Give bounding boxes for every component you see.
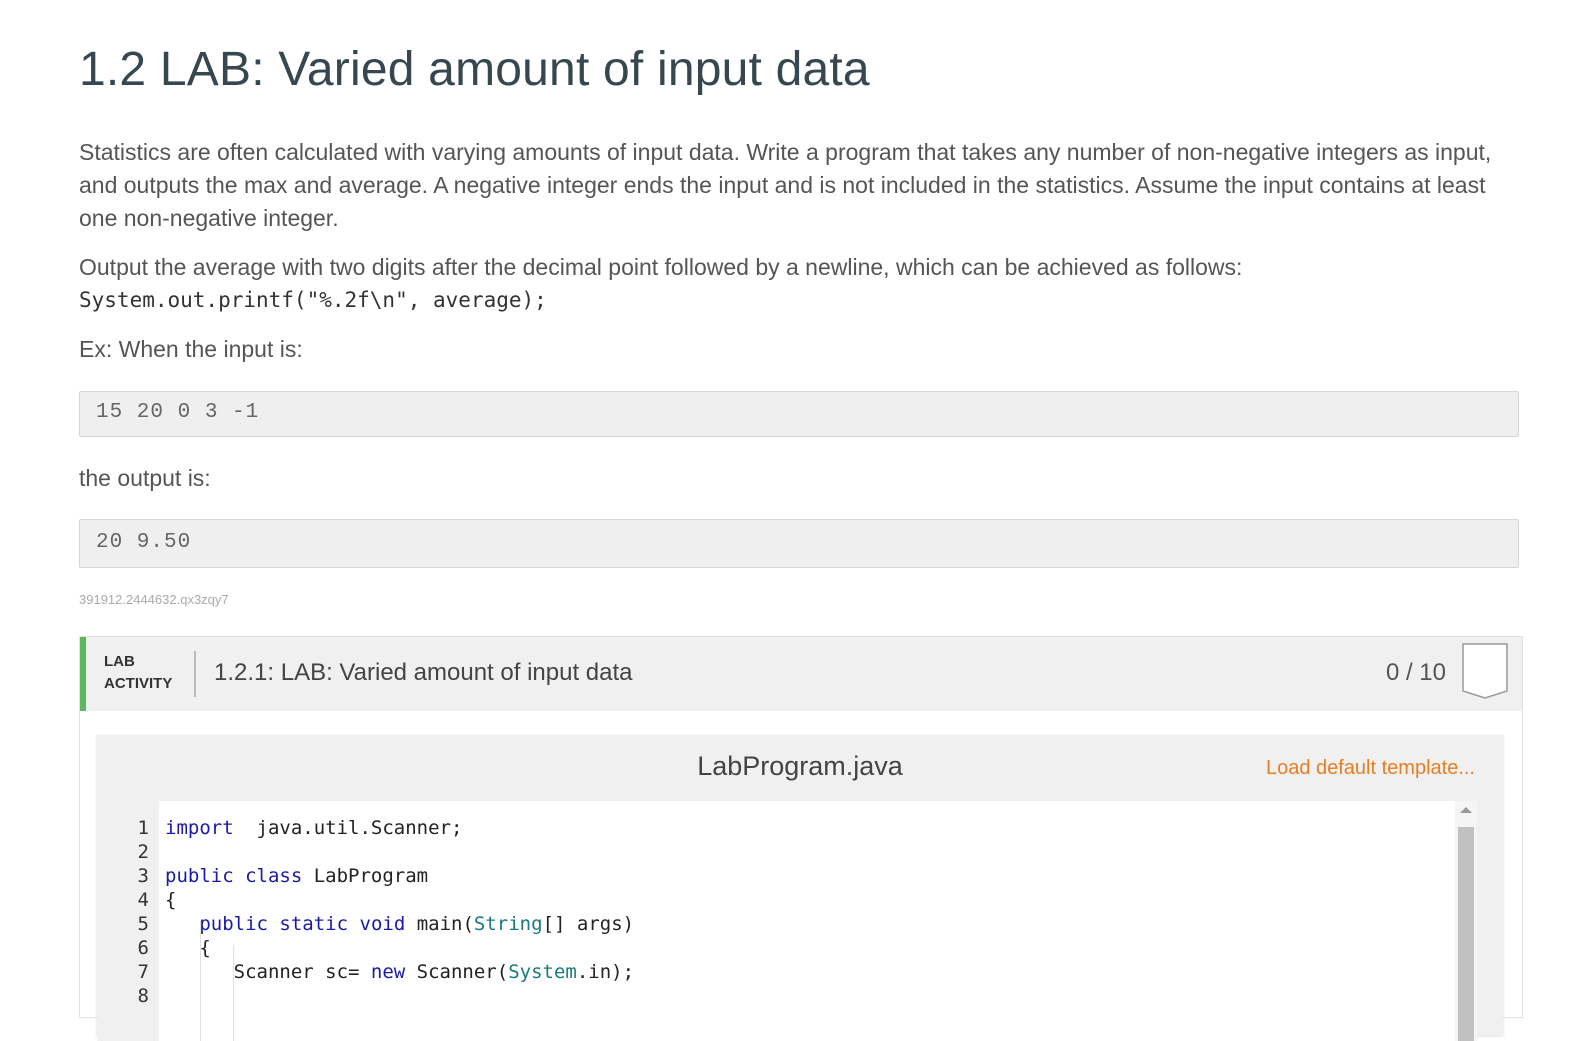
line-number: 7 <box>137 961 149 983</box>
reference-id: 391912.2444632.qx3zqy7 <box>79 592 229 607</box>
code-text: import java.util.Scanner; <box>165 817 463 839</box>
lab-tag-line1: LAB <box>104 653 135 670</box>
printf-code: System.out.printf("%.2f\n", average); <box>79 288 547 312</box>
code-line[interactable]: 5 public static void main(String[] args) <box>97 912 1477 936</box>
code-text: Scanner sc= new Scanner(System.in); <box>165 961 635 983</box>
line-number: 4 <box>137 889 149 911</box>
description-paragraph: Statistics are often calculated with var… <box>79 139 1492 231</box>
output-instructions: Output the average with two digits after… <box>79 254 1243 280</box>
header-divider <box>194 651 196 697</box>
code-text: public static void main(String[] args) <box>199 913 635 935</box>
code-line[interactable]: 6 { <box>97 936 1477 960</box>
code-line[interactable]: 7 Scanner sc= new Scanner(System.in); <box>97 960 1477 984</box>
output-intro: the output is: <box>79 465 211 491</box>
line-number: 3 <box>137 865 149 887</box>
code-line[interactable]: 8 <box>97 984 1477 1008</box>
lab-activity-tag: LAB ACTIVITY <box>104 651 172 695</box>
code-line[interactable]: 2 <box>97 840 1477 864</box>
example-output: 20 9.50 <box>96 531 192 554</box>
example-intro: Ex: When the input is: <box>79 336 303 362</box>
scroll-up-arrow-icon[interactable] <box>1460 807 1472 813</box>
completion-badge-icon <box>1462 643 1508 699</box>
code-editor[interactable]: 1 import java.util.Scanner; 2 3 public class… <box>97 801 1477 1041</box>
lab-activity-header: LAB ACTIVITY 1.2.1: LAB: Varied amount o… <box>80 637 1522 711</box>
code-text: { <box>165 937 211 959</box>
code-line[interactable]: 1 import java.util.Scanner; <box>97 816 1477 840</box>
line-number: 5 <box>137 913 149 935</box>
lab-activity-title: 1.2.1: LAB: Varied amount of input data <box>214 659 633 686</box>
example-input: 15 20 0 3 -1 <box>96 401 260 424</box>
example-input-box: 15 20 0 3 -1 <box>79 391 1519 437</box>
line-number: 1 <box>137 817 149 839</box>
line-number: 6 <box>137 937 149 959</box>
page-title: 1.2 LAB: Varied amount of input data <box>79 43 870 96</box>
code-text: { <box>165 889 177 911</box>
lab-score: 0 / 10 <box>1385 659 1446 686</box>
code-line[interactable]: 3 public class LabProgram <box>97 864 1477 888</box>
code-line[interactable]: 4{ <box>97 888 1477 912</box>
code-text: public class LabProgram <box>165 865 429 887</box>
example-output-box: 20 9.50 <box>79 519 1519 568</box>
lab-activity: LAB ACTIVITY 1.2.1: LAB: Varied amount o… <box>79 636 1523 1041</box>
code-editor-panel: LabProgram.java Load default template...… <box>97 735 1503 1041</box>
lab-tag-line2: ACTIVITY <box>104 675 173 692</box>
load-default-template-link[interactable]: Load default template... <box>1266 757 1475 780</box>
line-number: 2 <box>137 841 149 863</box>
line-number: 8 <box>137 985 149 1007</box>
